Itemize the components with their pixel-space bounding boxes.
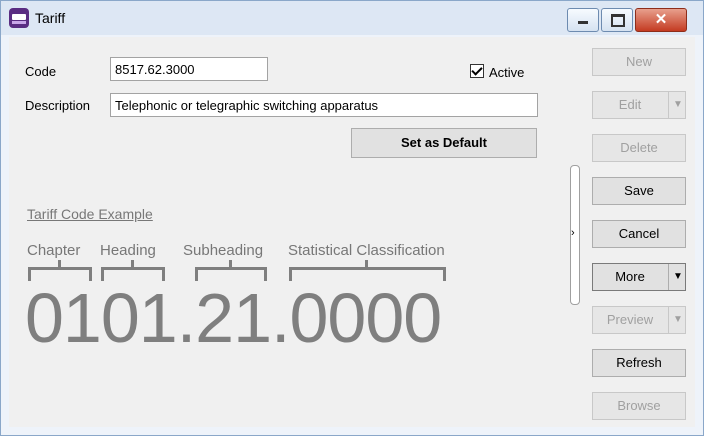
minimize-icon [578, 21, 588, 24]
edit-button[interactable]: Edit ▼ [592, 91, 686, 119]
preview-button[interactable]: Preview ▼ [592, 306, 686, 334]
more-dropdown-arrow-icon[interactable]: ▼ [668, 264, 687, 290]
maximize-button[interactable] [601, 8, 633, 32]
tariff-window: Tariff ✕ Code Active Description Set as … [0, 0, 704, 436]
caption-chapter: Chapter [27, 242, 81, 259]
edit-dropdown-arrow-icon[interactable]: ▼ [668, 92, 687, 118]
description-field[interactable] [110, 93, 538, 117]
caption-subheading: Subheading [183, 242, 264, 259]
active-checkbox[interactable] [470, 64, 484, 78]
set-as-default-button[interactable]: Set as Default [351, 128, 537, 158]
window-title: Tariff [35, 10, 66, 26]
example-tariff-code: 0101.21.0000 [25, 279, 442, 357]
tariff-form: Code Active Description Set as Default T… [9, 37, 695, 427]
expand-arrow-icon[interactable]: › [571, 227, 575, 239]
refresh-button[interactable]: Refresh [592, 349, 686, 377]
delete-button[interactable]: Delete [592, 134, 686, 162]
minimize-button[interactable] [567, 8, 599, 32]
caption-statistical-classification: Statistical Classification [288, 242, 445, 259]
tariff-code-example-title: Tariff Code Example [27, 206, 153, 222]
preview-dropdown-arrow-icon[interactable]: ▼ [668, 307, 687, 333]
close-button[interactable]: ✕ [635, 8, 687, 32]
more-button-label: More [615, 269, 645, 284]
browse-button[interactable]: Browse [592, 392, 686, 420]
description-label: Description [25, 98, 91, 113]
code-label: Code [25, 64, 57, 79]
close-icon: ✕ [654, 11, 668, 28]
app-logo-icon [9, 8, 29, 28]
code-field[interactable] [110, 57, 268, 81]
edit-button-label: Edit [618, 97, 642, 112]
new-button[interactable]: New [592, 48, 686, 76]
maximize-icon [611, 14, 625, 27]
title-bar: Tariff ✕ [1, 1, 703, 35]
caption-heading: Heading [100, 242, 156, 259]
cancel-button[interactable]: Cancel [592, 220, 686, 248]
preview-button-label: Preview [606, 312, 654, 327]
save-button[interactable]: Save [592, 177, 686, 205]
more-button[interactable]: More ▼ [592, 263, 686, 291]
active-label: Active [489, 65, 525, 80]
